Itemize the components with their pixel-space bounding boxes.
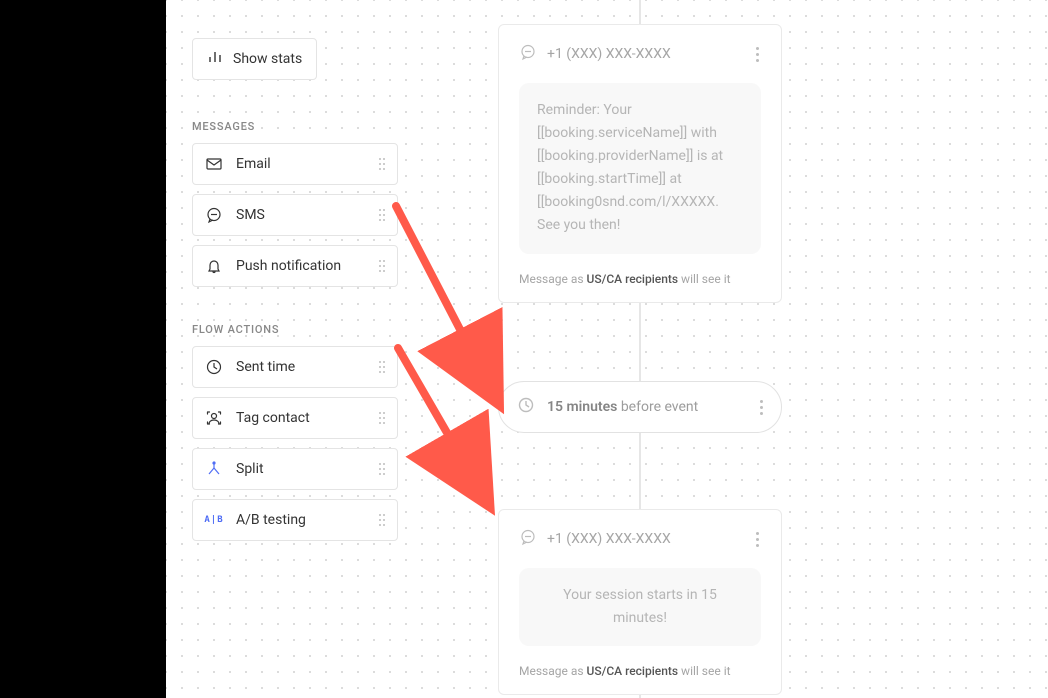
envelope-icon xyxy=(205,155,223,173)
preview-caption: Message as US/CA recipients will see it xyxy=(519,272,761,286)
clock-icon xyxy=(205,358,223,376)
flow-canvas[interactable]: Show stats MESSAGES Email SMS xyxy=(166,0,1048,698)
drag-handle-icon[interactable] xyxy=(377,209,387,221)
block-ab-testing[interactable]: A|B A/B testing xyxy=(192,499,398,541)
timer-node[interactable]: 15 minutes before event xyxy=(498,381,782,433)
annotation-arrow-2 xyxy=(388,340,508,520)
chat-bubble-icon xyxy=(205,206,223,224)
block-sms[interactable]: SMS xyxy=(192,194,398,236)
flow-actions-section-label: FLOW ACTIONS xyxy=(192,323,398,336)
timer-text: 15 minutes before event xyxy=(547,399,746,415)
block-label: Email xyxy=(236,156,377,172)
phone-number: +1 (XXX) XXX-XXXX xyxy=(547,531,744,547)
left-black-gutter xyxy=(0,0,166,698)
drag-handle-icon[interactable] xyxy=(377,412,387,424)
drag-handle-icon[interactable] xyxy=(377,514,387,526)
block-label: Push notification xyxy=(236,258,377,274)
show-stats-button[interactable]: Show stats xyxy=(192,38,317,80)
block-email[interactable]: Email xyxy=(192,143,398,185)
drag-handle-icon[interactable] xyxy=(377,158,387,170)
block-label: Tag contact xyxy=(236,410,377,426)
drag-handle-icon[interactable] xyxy=(377,361,387,373)
sms-body: Reminder: Your [[booking.serviceName]] w… xyxy=(519,83,761,254)
preview-caption: Message as US/CA recipients will see it xyxy=(519,664,761,678)
block-split[interactable]: Split xyxy=(192,448,398,490)
block-sent-time[interactable]: Sent time xyxy=(192,346,398,388)
drag-handle-icon[interactable] xyxy=(377,260,387,272)
ab-test-icon: A|B xyxy=(205,511,223,529)
block-push[interactable]: Push notification xyxy=(192,245,398,287)
sms-node-1[interactable]: +1 (XXX) XXX-XXXX Reminder: Your [[booki… xyxy=(498,24,782,303)
bell-icon xyxy=(205,257,223,275)
messages-block-list: Email SMS Push notification xyxy=(192,143,398,287)
node-menu-button[interactable] xyxy=(754,45,761,64)
block-label: Sent time xyxy=(236,359,377,375)
sms-node-2[interactable]: +1 (XXX) XXX-XXXX Your session starts in… xyxy=(498,509,782,695)
node-menu-button[interactable] xyxy=(754,530,761,549)
node-menu-button[interactable] xyxy=(758,398,765,417)
block-label: A/B testing xyxy=(236,512,377,528)
split-icon xyxy=(205,460,223,478)
phone-number: +1 (XXX) XXX-XXXX xyxy=(547,46,744,62)
clock-icon xyxy=(517,396,535,418)
block-tag-contact[interactable]: Tag contact xyxy=(192,397,398,439)
block-label: Split xyxy=(236,461,377,477)
drag-handle-icon[interactable] xyxy=(377,463,387,475)
block-label: SMS xyxy=(236,207,377,223)
flow-actions-block-list: Sent time Tag contact xyxy=(192,346,398,541)
show-stats-label: Show stats xyxy=(233,51,302,67)
blocks-palette: Show stats MESSAGES Email SMS xyxy=(192,38,398,577)
sms-body: Your session starts in 15 minutes! xyxy=(519,568,761,646)
chat-bubble-icon xyxy=(519,528,537,550)
bar-chart-icon xyxy=(207,49,223,69)
tag-contact-icon xyxy=(205,409,223,427)
chat-bubble-icon xyxy=(519,43,537,65)
messages-section-label: MESSAGES xyxy=(192,120,398,133)
